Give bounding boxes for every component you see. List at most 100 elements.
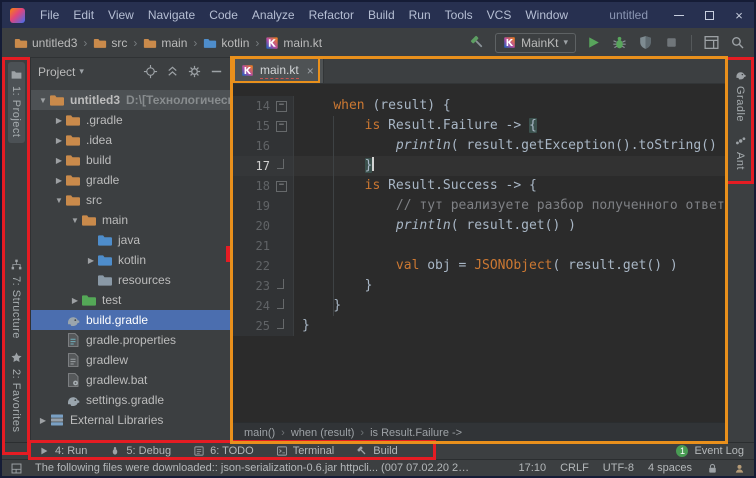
menu-edit[interactable]: Edit <box>66 8 101 22</box>
tree-item-settings-gradle[interactable]: settings.gradle <box>31 390 231 410</box>
tree-item-gradle[interactable]: ▶gradle <box>31 170 231 190</box>
tree-item-external-libraries[interactable]: ▶External Libraries <box>31 410 231 430</box>
editor-breadcrumb-1[interactable]: when (result) <box>291 427 355 439</box>
layout-icon[interactable] <box>703 34 720 51</box>
menu-view[interactable]: View <box>101 8 141 22</box>
toolwindow-button-5-debug[interactable]: 5: Debug <box>109 445 171 457</box>
toolwindow-button-ant[interactable]: Ant <box>732 128 749 176</box>
fold-marker-icon[interactable] <box>270 116 294 136</box>
tree-item-gradlew[interactable]: gradlew <box>31 350 231 370</box>
editor-breadcrumb-2[interactable]: is Result.Failure -> <box>370 427 462 439</box>
build-hammer-icon[interactable] <box>469 34 486 51</box>
run-button[interactable] <box>585 34 602 51</box>
menu-tools[interactable]: Tools <box>438 8 480 22</box>
expand-arrow-icon[interactable]: ▼ <box>53 196 65 205</box>
breadcrumb-kotlin[interactable]: kotlin <box>201 35 251 51</box>
expand-arrow-icon[interactable]: ▶ <box>85 256 97 265</box>
event-log-button[interactable]: 1 Event Log <box>676 445 744 457</box>
hide-panel-icon[interactable] <box>209 64 224 79</box>
search-icon[interactable] <box>729 34 746 51</box>
line-number[interactable]: 20 <box>232 216 270 236</box>
breadcrumb-main-kt[interactable]: main.kt <box>263 35 324 51</box>
line-number[interactable]: 17 <box>232 156 270 176</box>
expand-arrow-icon[interactable]: ▶ <box>53 156 65 165</box>
toolwindow-button-6-todo[interactable]: 6: TODO <box>193 445 254 457</box>
toolwindow-button-terminal[interactable]: Terminal <box>276 445 335 457</box>
toolwindow-button-build[interactable]: Build <box>356 445 397 457</box>
line-number[interactable]: 22 <box>232 256 270 276</box>
line-number[interactable]: 14 <box>232 96 270 116</box>
code-line-15[interactable]: 15 is Result.Failure -> { <box>232 116 725 136</box>
code-editor[interactable]: 14 when (result) {15 is Result.Failure -… <box>232 84 725 422</box>
breadcrumb-main[interactable]: main <box>141 35 189 51</box>
expand-arrow-icon[interactable]: ▼ <box>69 216 81 225</box>
expand-arrow-icon[interactable]: ▶ <box>69 296 81 305</box>
collapse-all-icon[interactable] <box>165 64 180 79</box>
expand-arrow-icon[interactable]: ▶ <box>53 176 65 185</box>
line-number[interactable]: 21 <box>232 236 270 256</box>
toolwindow-button-4-run[interactable]: 4: Run <box>38 445 87 457</box>
line-number[interactable]: 15 <box>232 116 270 136</box>
tree-item-gradlew-bat[interactable]: gradlew.bat <box>31 370 231 390</box>
editor-tab-main-kt[interactable]: main.kt × <box>232 58 324 83</box>
code-line-16[interactable]: 16 println( result.getException().toStri… <box>232 136 725 156</box>
line-number[interactable]: 24 <box>232 296 270 316</box>
code-line-19[interactable]: 19 // тут реализуете разбор полученного … <box>232 196 725 216</box>
code-line-25[interactable]: 25} <box>232 316 725 336</box>
maximize-button[interactable] <box>694 2 724 28</box>
project-panel-title[interactable]: Project <box>38 65 75 79</box>
lock-icon[interactable] <box>706 462 719 475</box>
menu-code[interactable]: Code <box>202 8 245 22</box>
minimize-button[interactable] <box>664 2 694 28</box>
menu-run[interactable]: Run <box>402 8 438 22</box>
line-number[interactable]: 25 <box>232 316 270 336</box>
tree-item-gradle-properties[interactable]: gradle.properties <box>31 330 231 350</box>
locate-icon[interactable] <box>143 64 158 79</box>
line-number[interactable]: 18 <box>232 176 270 196</box>
tree-item-untitled3[interactable]: ▼untitled3D:\[Технологический <box>31 90 231 110</box>
fold-marker-icon[interactable] <box>270 296 294 316</box>
code-line-21[interactable]: 21 <box>232 236 725 256</box>
menu-window[interactable]: Window <box>518 8 575 22</box>
fold-marker-icon[interactable] <box>270 276 294 296</box>
tab-close-icon[interactable]: × <box>307 64 314 78</box>
settings-gear-icon[interactable] <box>187 64 202 79</box>
breadcrumb-src[interactable]: src <box>91 35 129 51</box>
fold-marker-icon[interactable] <box>270 156 294 176</box>
menu-analyze[interactable]: Analyze <box>245 8 302 22</box>
line-number[interactable]: 19 <box>232 196 270 216</box>
stop-button[interactable] <box>663 34 680 51</box>
tree-item-test[interactable]: ▶test <box>31 290 231 310</box>
expand-arrow-icon[interactable]: ▶ <box>53 116 65 125</box>
line-number[interactable]: 16 <box>232 136 270 156</box>
code-line-23[interactable]: 23 } <box>232 276 725 296</box>
tree-item-idea[interactable]: ▶.idea <box>31 130 231 150</box>
tree-item-gradle[interactable]: ▶.gradle <box>31 110 231 130</box>
tree-item-build-gradle[interactable]: build.gradle <box>31 310 231 330</box>
tree-item-java[interactable]: java <box>31 230 231 250</box>
caret-position[interactable]: 17:10 <box>519 462 547 474</box>
line-number[interactable]: 23 <box>232 276 270 296</box>
line-separator[interactable]: CRLF <box>560 462 589 474</box>
fold-marker-icon[interactable] <box>270 96 294 116</box>
file-encoding[interactable]: UTF-8 <box>603 462 634 474</box>
code-line-14[interactable]: 14 when (result) { <box>232 96 725 116</box>
run-configuration-select[interactable]: MainKt ▾ <box>495 33 576 53</box>
code-line-22[interactable]: 22 val obj = JSONObject( result.get() ) <box>232 256 725 276</box>
coverage-button[interactable] <box>637 34 654 51</box>
tree-item-src[interactable]: ▼src <box>31 190 231 210</box>
toolwindow-button-7-structure[interactable]: 7: Structure <box>8 252 25 345</box>
breadcrumb-untitled3[interactable]: untitled3 <box>12 35 79 51</box>
expand-arrow-icon[interactable]: ▼ <box>37 96 49 105</box>
expand-arrow-icon[interactable]: ▶ <box>37 416 49 425</box>
menu-navigate[interactable]: Navigate <box>141 8 202 22</box>
close-button[interactable]: × <box>724 2 754 28</box>
editor-breadcrumb-0[interactable]: main() <box>244 427 275 439</box>
menu-refactor[interactable]: Refactor <box>302 8 361 22</box>
indent-size[interactable]: 4 spaces <box>648 462 692 474</box>
debug-button[interactable] <box>611 34 628 51</box>
menu-file[interactable]: File <box>33 8 66 22</box>
fold-marker-icon[interactable] <box>270 176 294 196</box>
menu-build[interactable]: Build <box>361 8 402 22</box>
expand-arrow-icon[interactable]: ▶ <box>53 136 65 145</box>
